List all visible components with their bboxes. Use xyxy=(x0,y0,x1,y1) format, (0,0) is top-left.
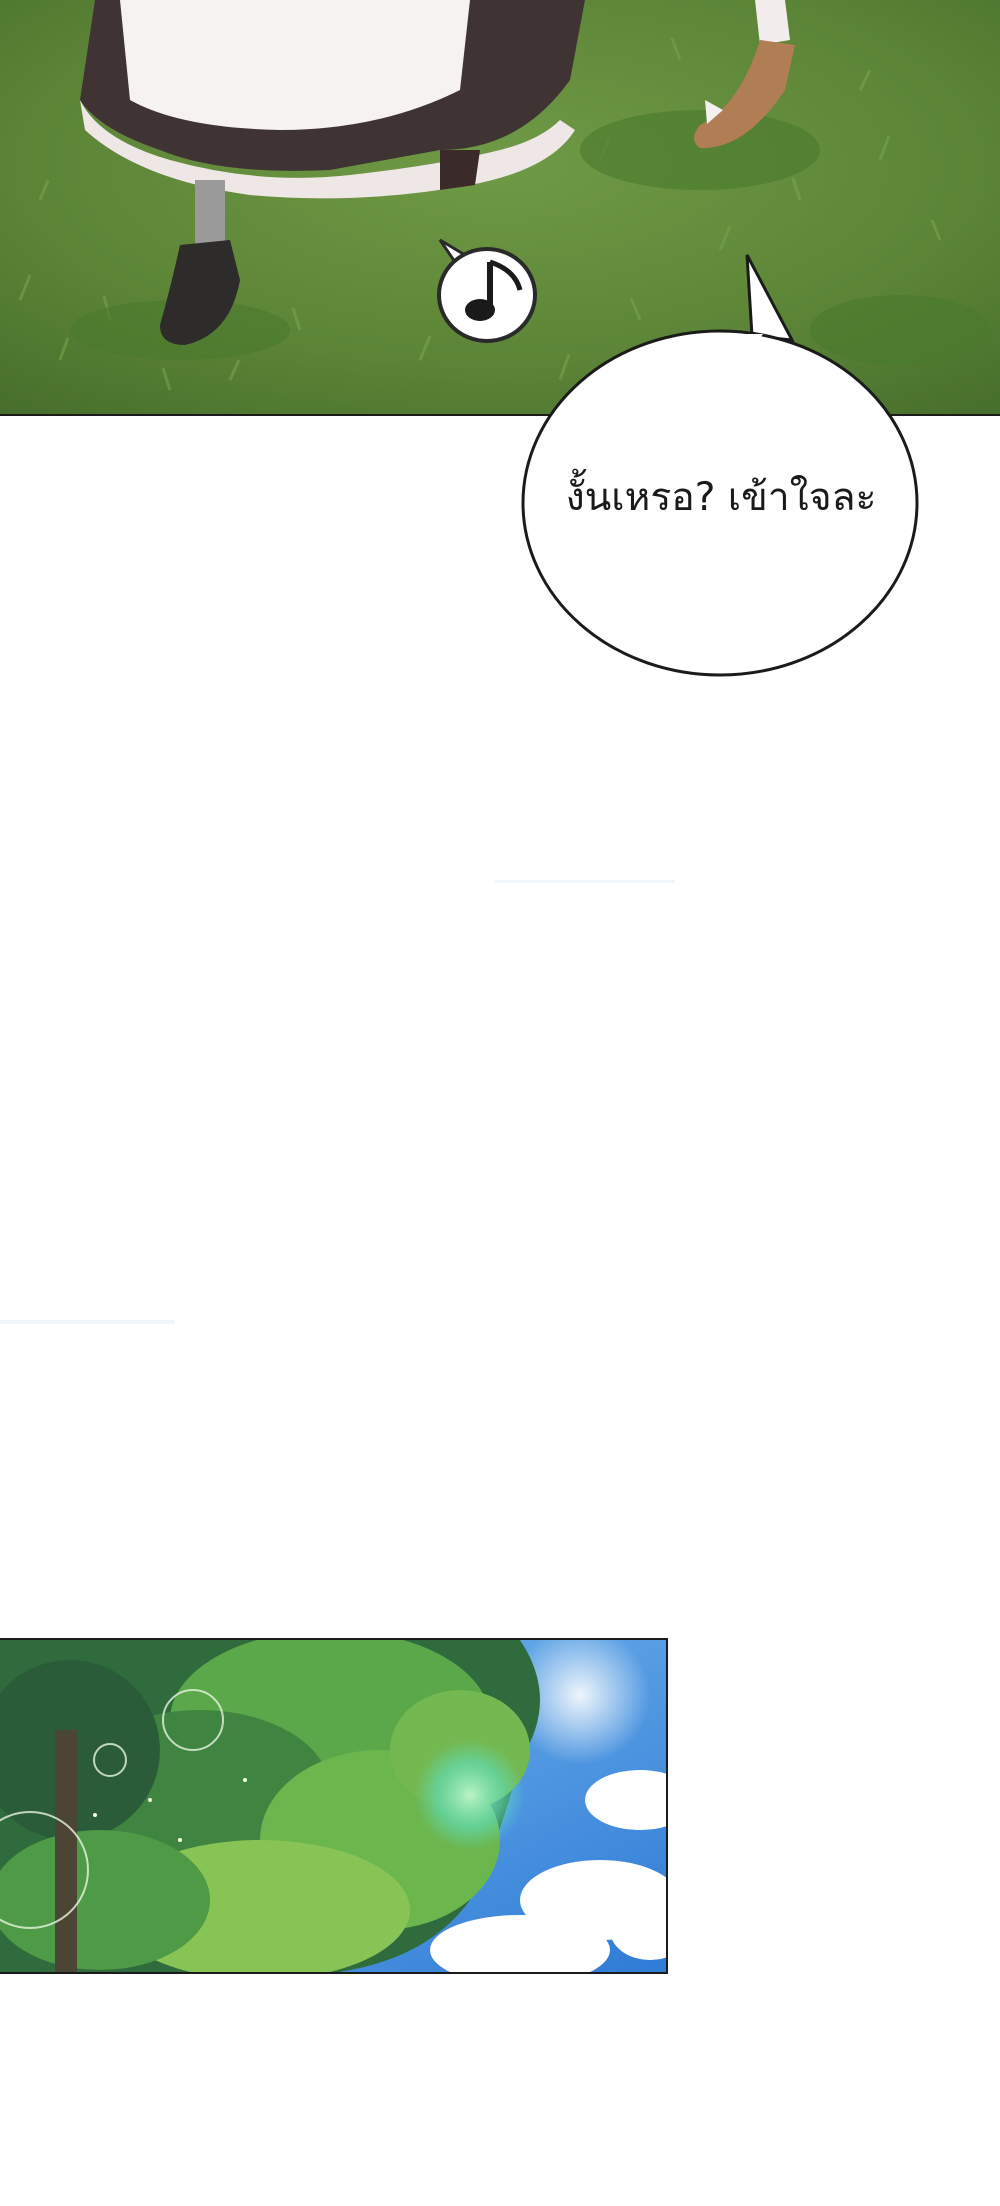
speech-bubble-text: งั้นเหรอ? เข้าใจละ xyxy=(565,475,877,520)
bottom-comic-panel xyxy=(0,1638,668,1974)
speech-bubble xyxy=(512,250,930,686)
speech-bubble-shape xyxy=(521,254,919,677)
tree-trunk xyxy=(55,1730,77,1972)
forest-sky-illustration xyxy=(0,1640,666,1972)
faint-line xyxy=(495,880,675,883)
lens-flare xyxy=(415,1740,525,1850)
faint-line xyxy=(0,1320,175,1324)
maid-dress xyxy=(80,0,585,199)
bubble-tail xyxy=(745,254,795,342)
right-leg xyxy=(440,150,480,190)
